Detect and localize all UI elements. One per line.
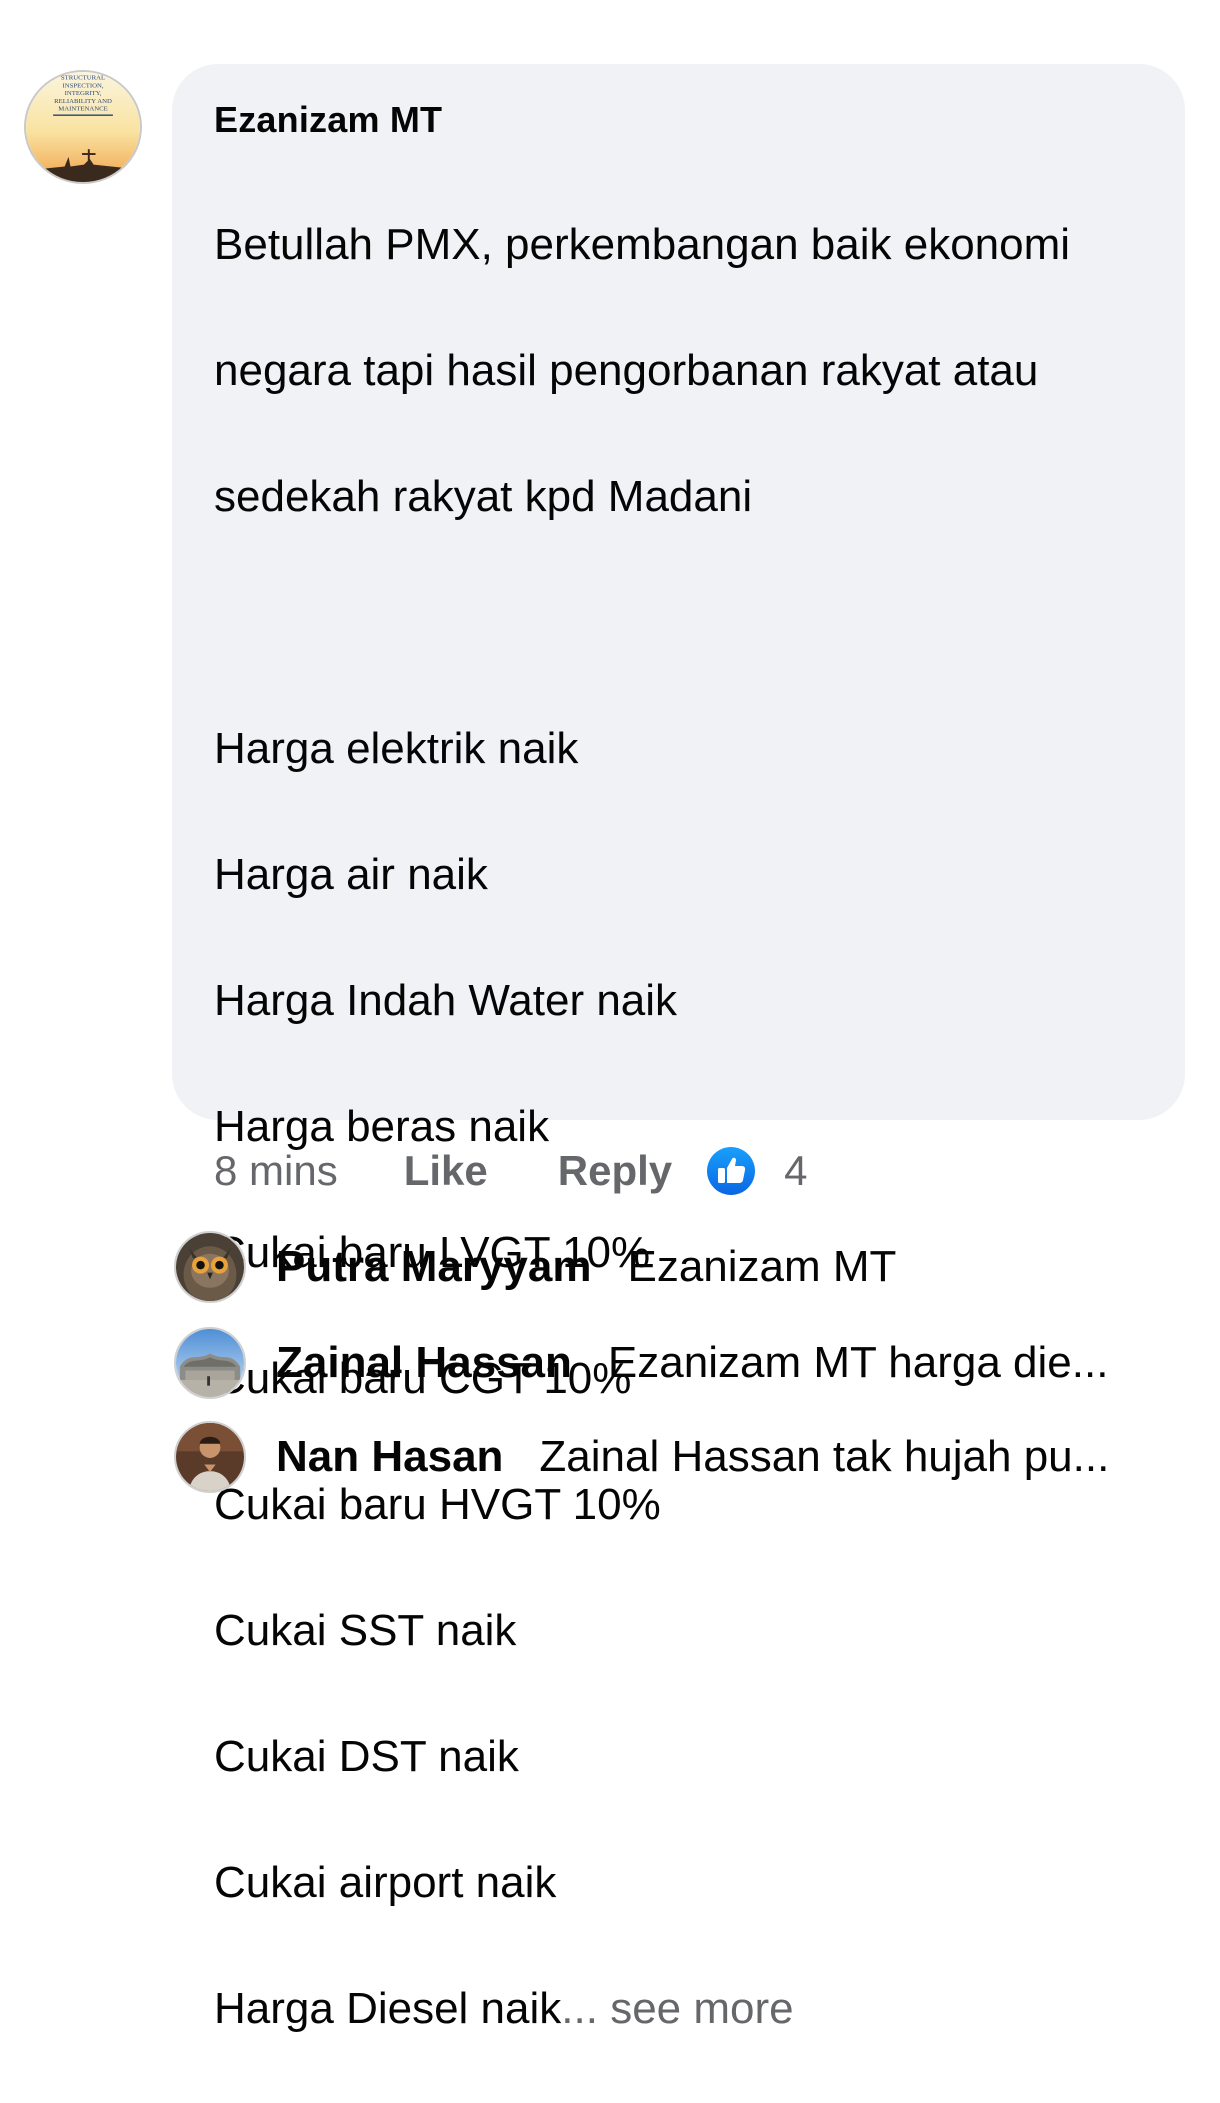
like-button[interactable]: Like [404, 1147, 488, 1195]
reaction-count: 4 [784, 1147, 808, 1194]
like-thumb-icon [706, 1146, 756, 1196]
comment-line: Harga Indah Water naik [214, 976, 678, 1025]
person-avatar[interactable] [174, 1421, 246, 1493]
reply-preview[interactable]: Zainal Hassan Ezanizam MT harga die... [174, 1327, 1108, 1399]
comment-author-avatar[interactable]: STRUCTURAL INSPECTION, INTEGRITY, RELIAB… [24, 70, 142, 184]
building-avatar[interactable] [174, 1327, 246, 1399]
comment-line: Cukai SST naik [214, 1606, 517, 1655]
comment-line: Cukai DST naik [214, 1732, 519, 1781]
comment-last-line: Harga Diesel naik... see more [214, 1977, 1145, 2040]
reply-preview[interactable]: Putra Maryyam Ezanizam MT [174, 1231, 896, 1303]
reply-author-name[interactable]: Zainal Hassan [276, 1338, 572, 1388]
structural-logo-avatar: STRUCTURAL INSPECTION, INTEGRITY, RELIAB… [26, 72, 140, 182]
svg-text:MAINTENANCE: MAINTENANCE [58, 106, 107, 113]
reaction-summary[interactable]: 4 [706, 1146, 807, 1196]
comment-ellipsis: ... [561, 1984, 598, 2033]
svg-text:INTEGRITY,: INTEGRITY, [65, 90, 102, 97]
comment-body: Betullah PMX, perkembangan baik ekonomi … [214, 150, 1145, 2103]
comment-author-name[interactable]: Ezanizam MT [214, 98, 1145, 144]
reply-text: Zainal Hassan tak hujah pu... [539, 1432, 1110, 1481]
see-more-link[interactable]: see more [598, 1984, 793, 2033]
reply-author-name[interactable]: Nan Hasan [276, 1432, 503, 1482]
comment-actions: 8 mins Like Reply 4 [214, 1140, 807, 1202]
comment-line: negara tapi hasil pengorbanan rakyat ata… [214, 346, 1039, 395]
reply-text: Ezanizam MT harga die... [607, 1338, 1109, 1387]
reply-text: Ezanizam MT [627, 1242, 897, 1291]
owl-avatar[interactable] [174, 1231, 246, 1303]
comment-line: Betullah PMX, perkembangan baik ekonomi [214, 220, 1071, 269]
reply-preview[interactable]: Nan Hasan Zainal Hassan tak hujah pu... [174, 1421, 1109, 1493]
comment-bubble: Ezanizam MT Betullah PMX, perkembangan b… [172, 64, 1185, 2033]
reply-author-name[interactable]: Putra Maryyam [276, 1242, 591, 1292]
comment-timestamp[interactable]: 8 mins [214, 1147, 338, 1195]
svg-text:STRUCTURAL: STRUCTURAL [61, 75, 105, 82]
comment-line: Harga elektrik naik [214, 724, 579, 773]
comment-line: Harga air naik [214, 850, 488, 899]
comment-truncated-text: Harga Diesel naik [214, 1984, 562, 2033]
reply-button[interactable]: Reply [558, 1147, 672, 1195]
comment-line: Cukai airport naik [214, 1858, 557, 1907]
comment-line-blank [214, 591, 1145, 654]
svg-text:RELIABILITY AND: RELIABILITY AND [54, 98, 112, 105]
svg-text:INSPECTION,: INSPECTION, [62, 82, 103, 89]
comment-line: sedekah rakyat kpd Madani [214, 472, 753, 521]
